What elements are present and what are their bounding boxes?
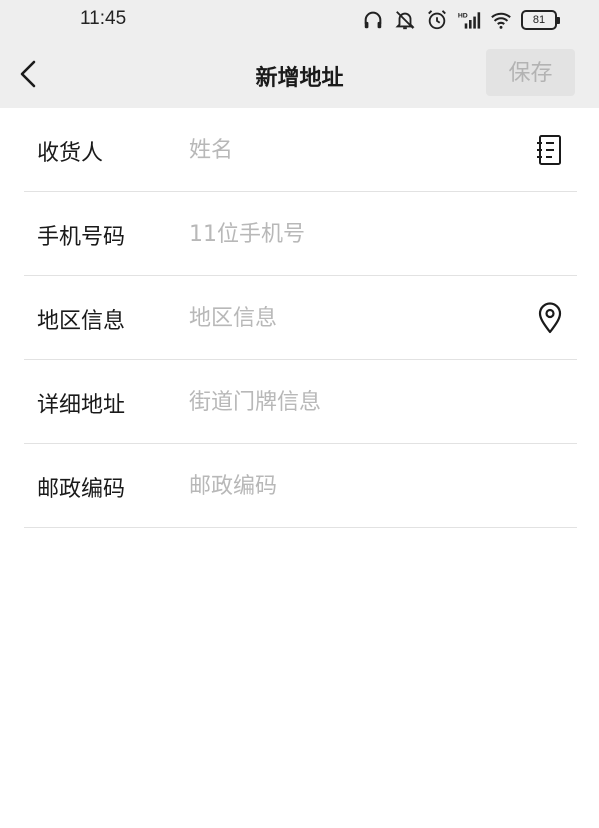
svg-text:HD: HD [458, 12, 468, 19]
location-pin-icon[interactable] [535, 302, 565, 334]
phone-label: 手机号码 [37, 225, 126, 250]
battery-icon: 81 [521, 10, 560, 30]
postal-code-label: 邮政编码 [37, 477, 126, 502]
bell-muted-icon [395, 11, 415, 30]
save-button[interactable]: 保存 [486, 49, 575, 96]
region-input[interactable] [189, 298, 519, 338]
detail-address-row: 详细地址 [24, 360, 577, 444]
phone-row: 手机号码 [24, 192, 577, 276]
headphones-icon [364, 11, 382, 29]
recipient-label: 收货人 [37, 141, 104, 166]
status-time: 11:45 [80, 8, 127, 29]
recipient-row: 收货人 [24, 108, 577, 192]
status-bar: 11:45 HD 81 [0, 0, 599, 40]
postal-code-row: 邮政编码 [24, 444, 577, 528]
address-form: 收货人 手机号码 地区信息 详细地址 邮政编码 [24, 108, 577, 528]
detail-address-input[interactable] [189, 382, 519, 422]
region-label: 地区信息 [37, 309, 126, 334]
postal-code-input[interactable] [189, 466, 519, 506]
region-row: 地区信息 [24, 276, 577, 360]
battery-level: 81 [532, 14, 546, 26]
alarm-icon [428, 10, 446, 30]
detail-address-label: 详细地址 [37, 393, 126, 418]
recipient-name-input[interactable] [189, 130, 519, 170]
status-icons: HD 81 [361, 8, 560, 32]
contact-book-icon[interactable] [535, 134, 565, 166]
nav-bar: 新增地址 保存 [0, 40, 599, 108]
wifi-icon [491, 12, 511, 29]
hd-signal-icon: HD [458, 12, 481, 29]
phone-input[interactable] [189, 214, 519, 254]
